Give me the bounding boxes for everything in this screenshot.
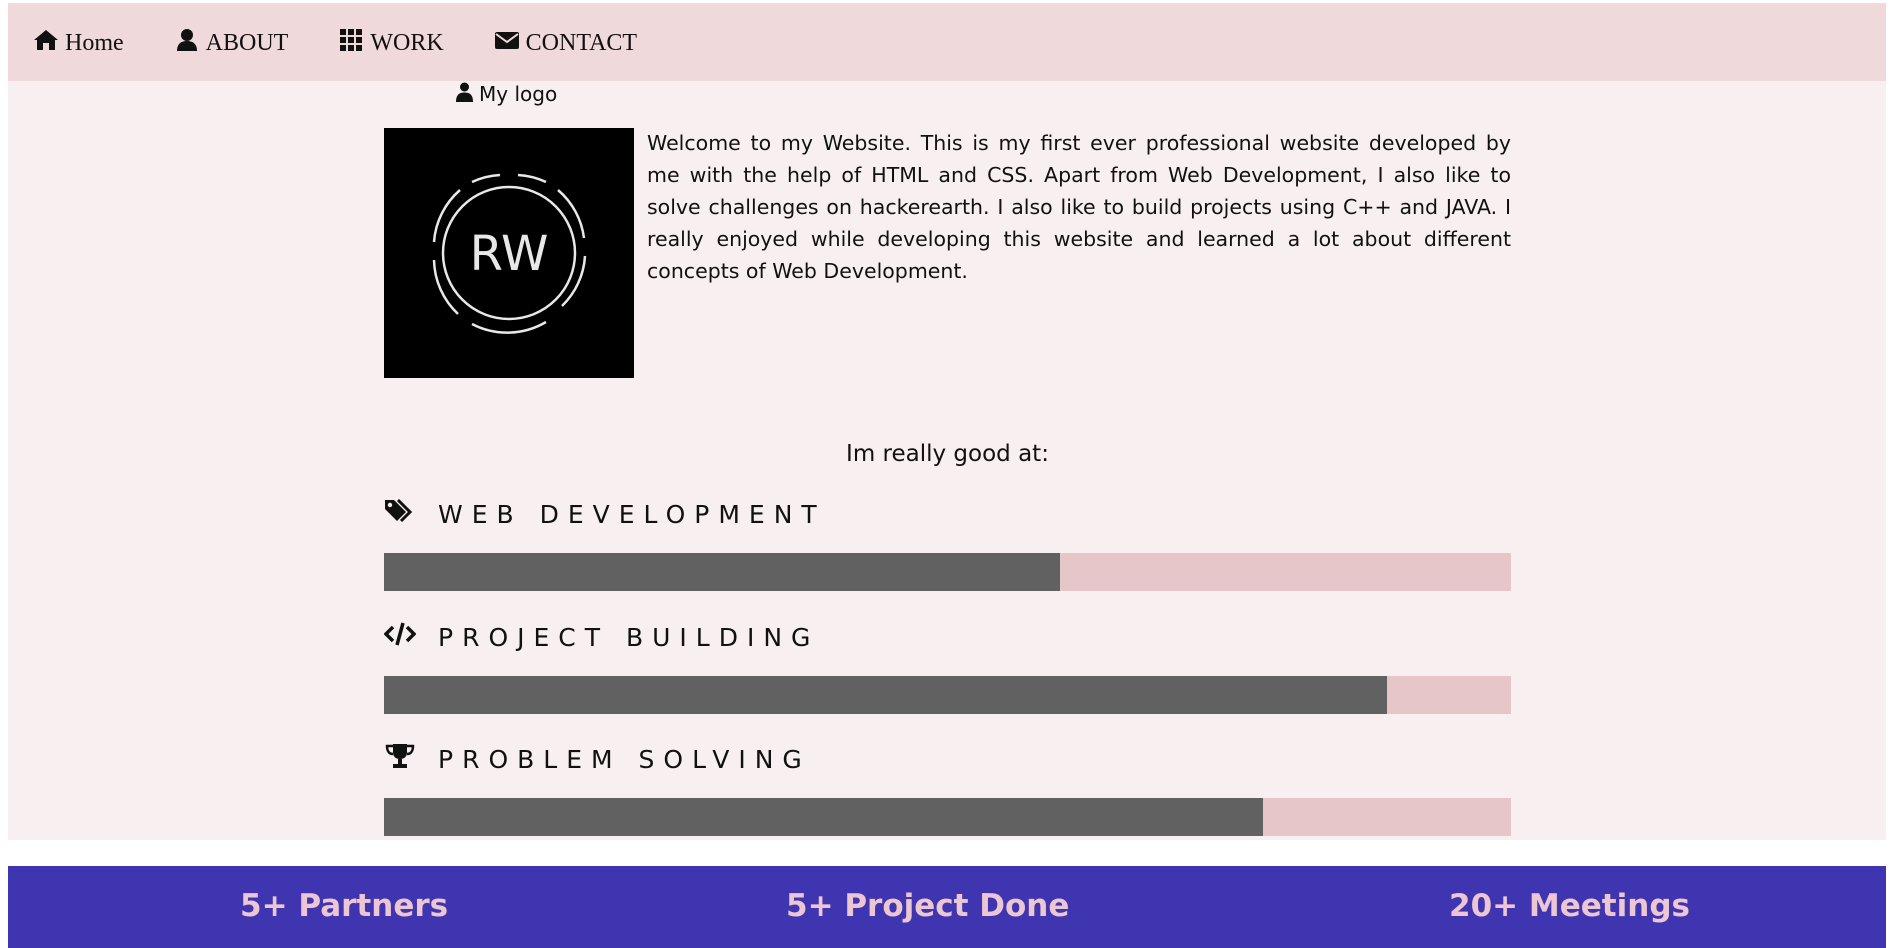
- skill-progress-fill: [384, 798, 1264, 836]
- about-section: My logo RW Welcome to my Website. This i…: [8, 81, 1886, 840]
- skill-progress-bar: [384, 798, 1511, 836]
- skill-label-row: WEB DEVELOPMENT: [384, 494, 1511, 534]
- nav-home-link[interactable]: Home: [33, 28, 124, 59]
- logo-caption: My logo: [456, 81, 557, 107]
- skill-label: WEB DEVELOPMENT: [438, 499, 826, 529]
- nav-about-label: ABOUT: [205, 29, 289, 56]
- logo-monogram: RW: [470, 226, 549, 282]
- home-icon: [33, 28, 65, 59]
- user-icon: [174, 28, 206, 59]
- nav-home-label: Home: [65, 29, 124, 56]
- logo-caption-text: My logo: [479, 82, 558, 106]
- user-icon: [456, 82, 479, 107]
- skill-label-row: PROBLEM SOLVING: [384, 739, 1511, 779]
- nav-contact-link[interactable]: CONTACT: [494, 28, 637, 59]
- nav-about-link[interactable]: ABOUT: [174, 28, 289, 59]
- skill-progress-fill: [384, 553, 1061, 591]
- intro-paragraph: Welcome to my Website. This is my first …: [647, 131, 1511, 283]
- nav-contact-label: CONTACT: [525, 29, 638, 56]
- trophy-icon: [384, 742, 438, 776]
- skill-problem-solving: PROBLEM SOLVING: [384, 739, 1511, 836]
- skill-progress-bar: [384, 553, 1511, 591]
- stat-projects-done: 5+ Project Done: [786, 888, 1070, 924]
- skill-label-row: PROJECT BUILDING: [383, 617, 1511, 657]
- grid-icon: [338, 28, 370, 59]
- skill-label: PROBLEM SOLVING: [438, 744, 811, 774]
- skills-heading: Im really good at:: [846, 441, 1049, 467]
- page: Home ABOUT WORK CONTACT My logo RW Welco…: [8, 0, 1886, 948]
- nav-work-label: WORK: [370, 29, 444, 56]
- stat-meetings: 20+ Meetings: [1449, 888, 1690, 924]
- code-icon: [383, 620, 438, 654]
- nav-work-link[interactable]: WORK: [338, 28, 444, 59]
- skill-label: PROJECT BUILDING: [438, 622, 820, 652]
- skill-progress-bar: [384, 676, 1511, 714]
- stat-partners: 5+ Partners: [240, 888, 449, 924]
- skill-web-development: WEB DEVELOPMENT: [384, 494, 1511, 591]
- envelope-icon: [494, 28, 526, 59]
- stats-bar: 5+ Partners 5+ Project Done 20+ Meetings: [8, 866, 1886, 948]
- logo-image: RW: [384, 128, 634, 378]
- top-navbar: Home ABOUT WORK CONTACT: [8, 3, 1886, 82]
- tags-icon: [384, 497, 438, 531]
- skill-progress-fill: [384, 676, 1388, 714]
- skill-project-building: PROJECT BUILDING: [383, 617, 1511, 714]
